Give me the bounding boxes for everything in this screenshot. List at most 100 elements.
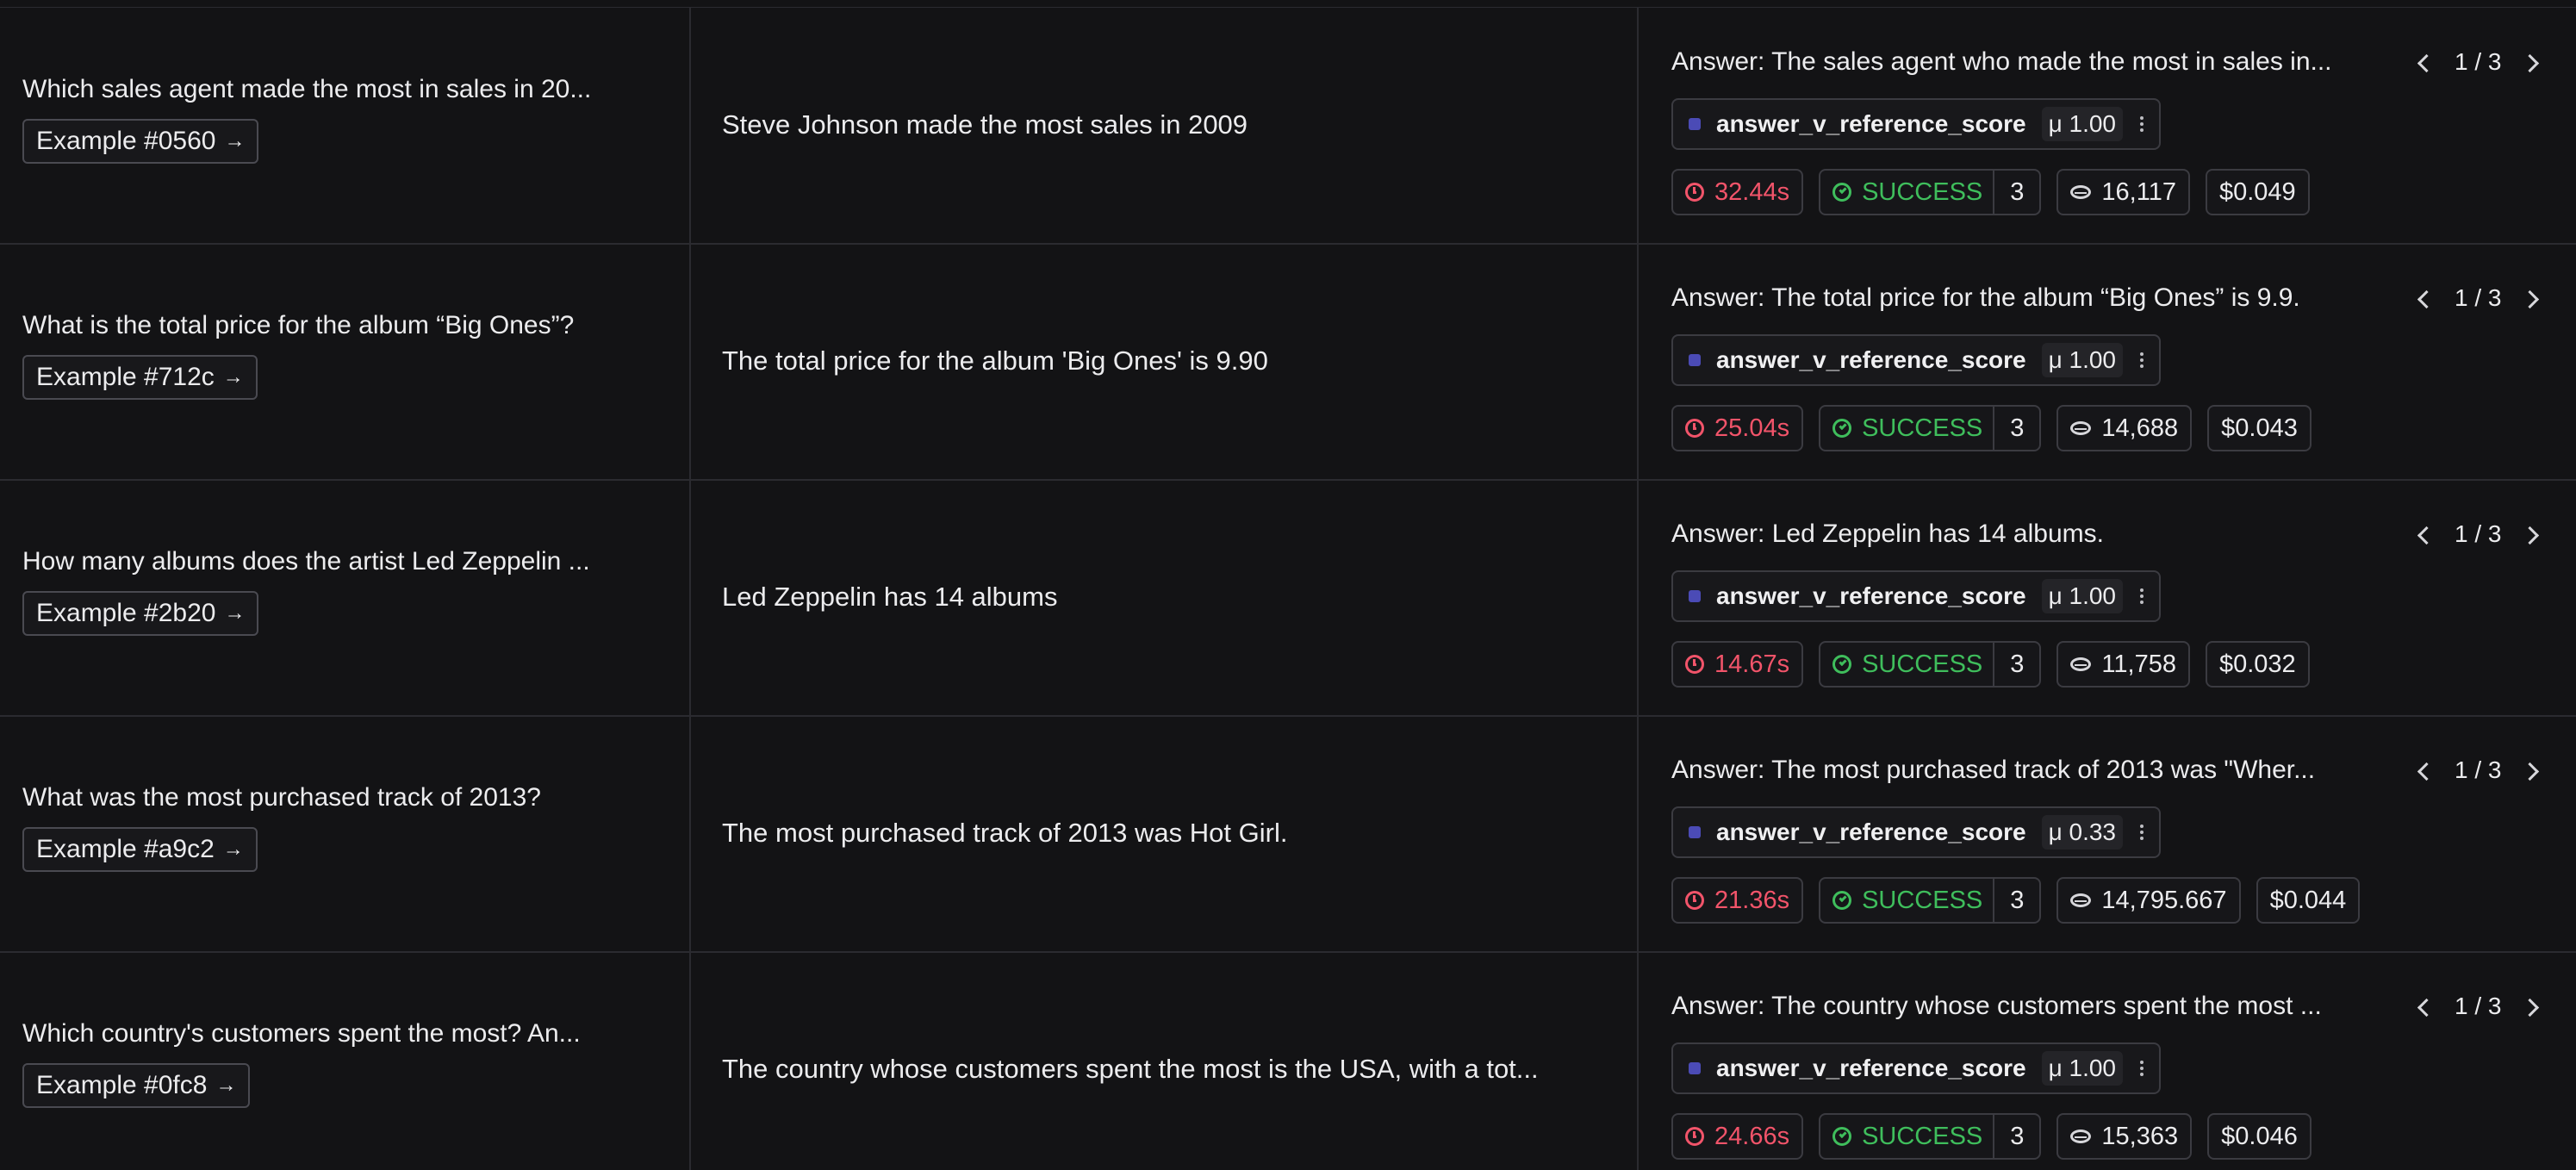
status-label: SUCCESS [1862,886,1983,914]
arrow-right-icon: → [224,601,246,625]
latency-value: 25.04s [1714,414,1790,442]
status-count: 3 [1993,171,2039,214]
example-label: Example #0560 [36,127,216,155]
table-row: Which country's customers spent the most… [0,951,2576,1170]
latency-chip: 24.66s [1671,1113,1804,1160]
run-metrics: 21.36s SUCCESS 3 14,795.667 $0.044 [1671,877,2550,924]
pager-label: 1 / 3 [2455,284,2502,311]
example-link[interactable]: Example #2b20 → [22,591,259,636]
run-pager: 1 / 3 [2417,48,2539,76]
score-color-dot [1689,826,1701,838]
example-label: Example #a9c2 [36,835,215,863]
tokens-chip: 14,688 [2056,405,2193,451]
run-metrics: 24.66s SUCCESS 3 15,363 $0.046 [1671,1113,2550,1160]
input-cell: What was the most purchased track of 201… [22,782,660,872]
tokens-chip: 16,117 [2056,169,2190,215]
chevron-left-icon[interactable] [2417,763,2430,777]
arrow-right-icon: → [222,365,244,389]
input-cell: What is the total price for the album “B… [22,310,660,400]
score-name: answer_v_reference_score [1716,110,2026,137]
tokens-chip: 14,795.667 [2056,877,2241,924]
chevron-left-icon[interactable] [2417,291,2430,305]
chevron-left-icon[interactable] [2417,527,2430,541]
runs-table: Which sales agent made the most in sales… [0,0,2576,1170]
feedback-score-chip[interactable]: answer_v_reference_score μ 1.00 [1671,1042,2162,1094]
more-options-icon[interactable] [2138,1061,2145,1076]
chevron-right-icon[interactable] [2525,291,2539,305]
arrow-right-icon: → [215,1074,237,1097]
more-options-icon[interactable] [2138,116,2145,132]
score-color-dot [1689,118,1701,130]
feedback-score-chip[interactable]: answer_v_reference_score μ 1.00 [1671,570,2162,622]
status-label: SUCCESS [1862,1122,1983,1150]
tokens-value: 15,363 [2101,1122,2179,1150]
tokens-chip: 11,758 [2056,641,2190,688]
feedback-score-chip[interactable]: answer_v_reference_score μ 0.33 [1671,806,2162,858]
run-pager: 1 / 3 [2417,284,2539,312]
column-divider [689,243,691,479]
column-divider [1637,243,1639,479]
run-cell: Answer: The country whose customers spen… [1671,991,2550,1160]
clock-icon [1685,891,1704,910]
column-divider [689,715,691,951]
more-options-icon[interactable] [2138,825,2145,840]
latency-chip: 32.44s [1671,169,1804,215]
run-metrics: 14.67s SUCCESS 3 11,758 $0.032 [1671,641,2550,688]
column-divider [1637,715,1639,951]
status-chip: SUCCESS 3 [1819,169,2042,215]
example-link[interactable]: Example #a9c2 → [22,827,258,872]
feedback-score-chip[interactable]: answer_v_reference_score μ 1.00 [1671,98,2162,150]
score-name: answer_v_reference_score [1716,346,2026,373]
check-circle-icon [1832,1127,1852,1146]
clock-icon [1685,419,1704,438]
input-cell: Which sales agent made the most in sales… [22,74,660,164]
column-divider [689,951,691,1170]
token-icon [2070,893,2092,907]
arrow-right-icon: → [222,837,244,861]
chevron-right-icon[interactable] [2525,999,2539,1013]
table-row: What was the most purchased track of 201… [0,715,2576,953]
clock-icon [1685,183,1704,202]
status-chip: SUCCESS 3 [1819,641,2042,688]
chevron-right-icon[interactable] [2525,527,2539,541]
run-cell: Answer: Led Zeppelin has 14 albums. 1 / … [1671,519,2550,688]
input-cell: How many albums does the artist Led Zepp… [22,546,660,636]
column-divider [1637,951,1639,1170]
table-row: Which sales agent made the most in sales… [0,7,2576,245]
question-text: Which country's customers spent the most… [22,1019,581,1048]
example-link[interactable]: Example #0fc8 → [22,1063,251,1108]
score-value: μ 1.00 [2041,107,2124,141]
question-text: How many albums does the artist Led Zepp… [22,547,590,576]
feedback-score-chip[interactable]: answer_v_reference_score μ 1.00 [1671,334,2162,386]
chevron-left-icon[interactable] [2417,55,2430,69]
latency-chip: 14.67s [1671,641,1804,688]
score-value: μ 1.00 [2041,1051,2124,1086]
more-options-icon[interactable] [2138,588,2145,604]
example-link[interactable]: Example #0560 → [22,119,259,164]
status-label: SUCCESS [1862,177,1983,206]
check-circle-icon [1832,419,1852,438]
status-label: SUCCESS [1862,414,1983,442]
run-pager: 1 / 3 [2417,520,2539,548]
status-count: 3 [1993,1115,2039,1158]
answer-text: Answer: Led Zeppelin has 14 albums. [1671,520,2104,548]
column-divider [1637,7,1639,243]
run-cell: Answer: The sales agent who made the mos… [1671,47,2550,215]
example-link[interactable]: Example #712c → [22,355,258,400]
reference-output: The country whose customers spent the mo… [722,1054,1539,1084]
chevron-left-icon[interactable] [2417,999,2430,1013]
cost-chip: $0.049 [2205,169,2310,215]
chevron-right-icon[interactable] [2525,763,2539,777]
cost-chip: $0.046 [2207,1113,2312,1160]
more-options-icon[interactable] [2138,352,2145,368]
latency-chip: 21.36s [1671,877,1804,924]
token-icon [2070,421,2092,435]
tokens-value: 14,795.667 [2101,886,2227,914]
chevron-right-icon[interactable] [2525,55,2539,69]
tokens-value: 11,758 [2101,650,2176,678]
check-circle-icon [1832,655,1852,674]
input-cell: Which country's customers spent the most… [22,1018,660,1108]
score-color-dot [1689,1062,1701,1074]
score-name: answer_v_reference_score [1716,582,2026,609]
tokens-value: 16,117 [2101,177,2176,206]
